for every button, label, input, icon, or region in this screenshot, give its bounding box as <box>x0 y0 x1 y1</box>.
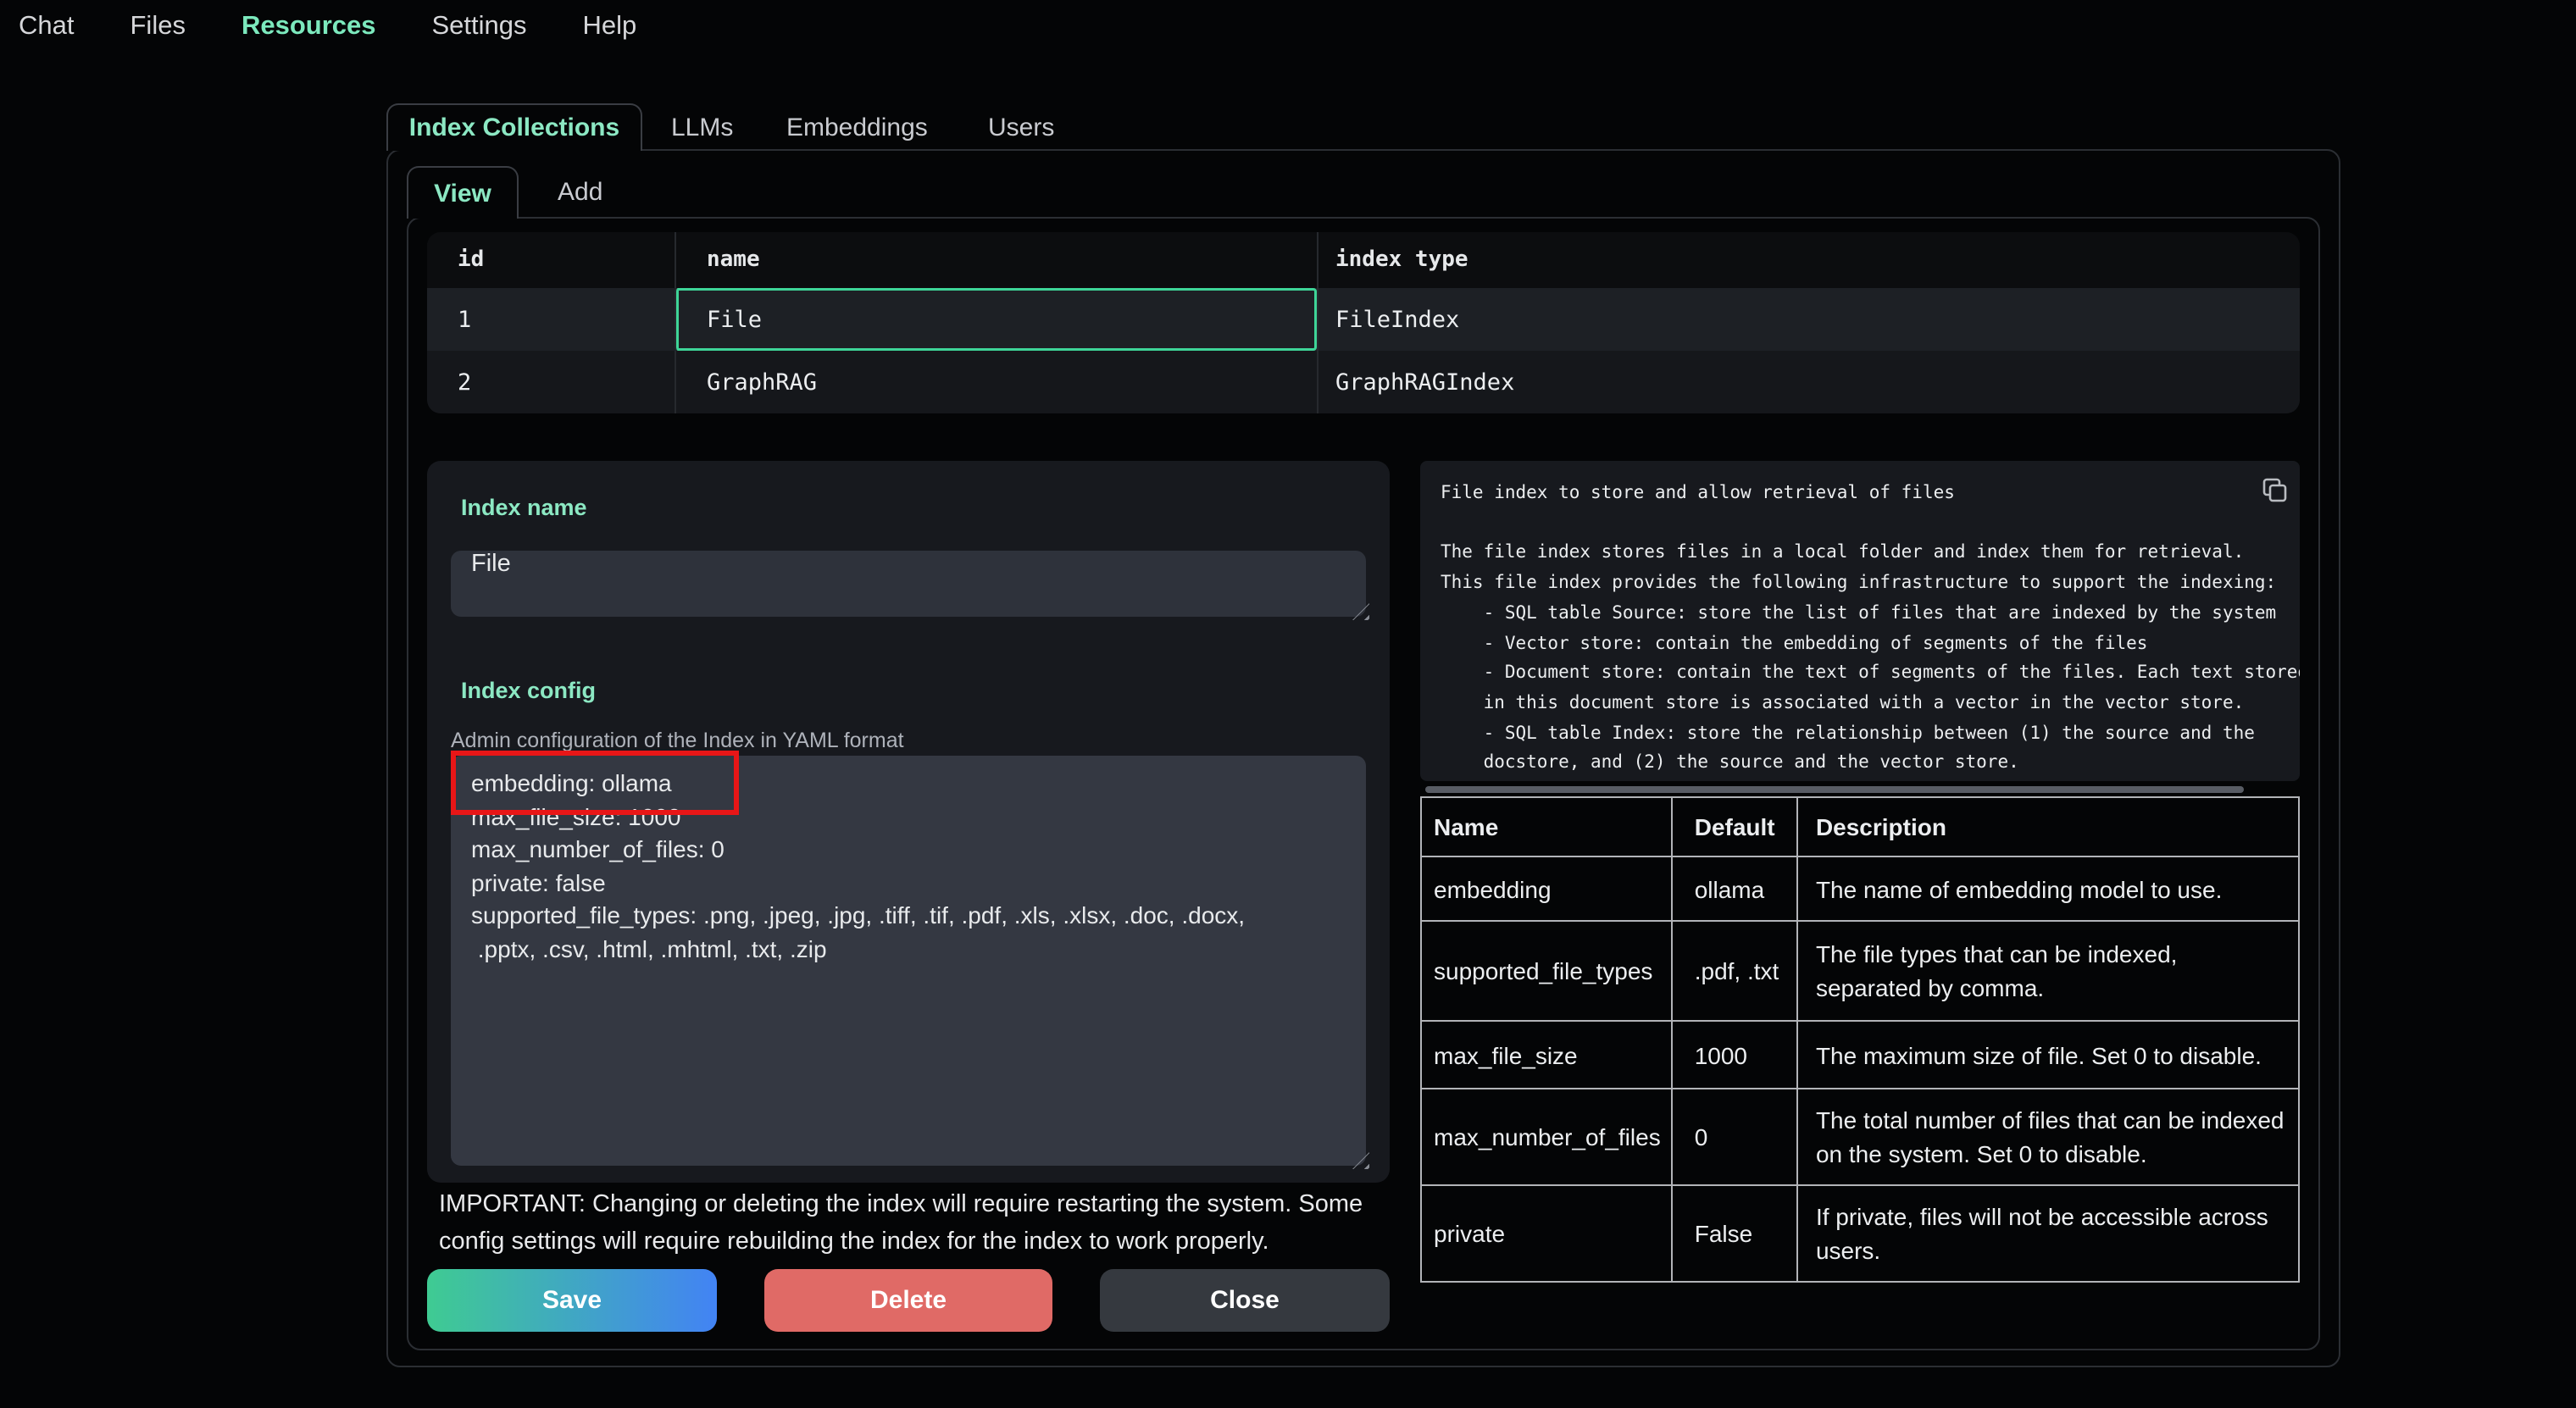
cell-index-type[interactable]: FileIndex <box>1317 288 2300 351</box>
app-window: Chat Files Resources Settings Help Index… <box>0 0 2576 1408</box>
params-table: Name Default Description embedding ollam… <box>1420 796 2300 1283</box>
param-header-name: Name <box>1421 797 1672 856</box>
tab-add[interactable]: Add <box>558 178 602 207</box>
index-config-textarea[interactable]: embedding: ollama max_file_size: 1000 ma… <box>451 756 1366 1166</box>
param-default: 0 <box>1672 1089 1798 1185</box>
warning-text: IMPORTANT: Changing or deleting the inde… <box>439 1186 1388 1261</box>
param-description: The total number of files that can be in… <box>1798 1089 2299 1185</box>
tab-view-label: View <box>434 179 491 208</box>
collections-table: id name index type 1 File FileIndex 2 Gr… <box>427 232 2300 413</box>
column-header-name: name <box>675 232 1317 288</box>
tab-index-collections[interactable]: Index Collections <box>386 103 642 151</box>
param-name: max_file_size <box>1421 1021 1672 1089</box>
tab-llms[interactable]: LLMs <box>671 114 733 142</box>
cell-id[interactable]: 1 <box>427 288 675 351</box>
index-docstring-text: File index to store and allow retrieval … <box>1420 461 2300 781</box>
close-button[interactable]: Close <box>1100 1269 1390 1332</box>
index-config-help: Admin configuration of the Index in YAML… <box>451 729 904 752</box>
delete-button[interactable]: Delete <box>764 1269 1052 1332</box>
tab-index-collections-label: Index Collections <box>409 114 619 142</box>
horizontal-scrollbar[interactable] <box>1425 786 2244 793</box>
collections-table-header: id name index type <box>427 232 2300 288</box>
param-name: max_number_of_files <box>1421 1089 1672 1185</box>
nav-settings[interactable]: Settings <box>432 8 527 46</box>
param-row: supported_file_types .pdf, .txt The file… <box>1421 921 2299 1021</box>
cell-name[interactable]: GraphRAG <box>675 351 1317 413</box>
cell-name-selected[interactable]: File <box>675 288 1317 351</box>
param-row: embedding ollama The name of embedding m… <box>1421 856 2299 921</box>
param-default: 1000 <box>1672 1021 1798 1089</box>
nav-chat[interactable]: Chat <box>19 8 75 46</box>
param-row: private False If private, files will not… <box>1421 1185 2299 1282</box>
tab-embeddings[interactable]: Embeddings <box>786 114 928 142</box>
copy-icon[interactable] <box>2262 478 2288 503</box>
index-form-group: Index name File Index config Admin confi… <box>427 461 1390 1183</box>
table-row: 1 File FileIndex <box>427 288 2300 351</box>
nav-resources[interactable]: Resources <box>242 8 376 46</box>
param-description: If private, files will not be accessible… <box>1798 1185 2299 1282</box>
column-header-id: id <box>427 232 675 288</box>
param-description: The file types that can be indexed, sepa… <box>1798 921 2299 1021</box>
param-name: embedding <box>1421 856 1672 921</box>
nav-help[interactable]: Help <box>583 8 637 46</box>
tab-users[interactable]: Users <box>988 114 1054 142</box>
column-header-index-type: index type <box>1317 232 2300 288</box>
nav-files[interactable]: Files <box>130 8 186 46</box>
table-row: 2 GraphRAG GraphRAGIndex <box>427 351 2300 413</box>
cell-id[interactable]: 2 <box>427 351 675 413</box>
param-name: private <box>1421 1185 1672 1282</box>
param-default: .pdf, .txt <box>1672 921 1798 1021</box>
param-name: supported_file_types <box>1421 921 1672 1021</box>
top-nav: Chat Files Resources Settings Help <box>19 8 636 46</box>
param-row: max_file_size 1000 The maximum size of f… <box>1421 1021 2299 1089</box>
params-table-header: Name Default Description <box>1421 797 2299 856</box>
param-default: ollama <box>1672 856 1798 921</box>
tab-view[interactable]: View <box>407 166 519 219</box>
param-header-description: Description <box>1798 797 2299 856</box>
index-name-label: Index name <box>461 495 587 520</box>
save-button[interactable]: Save <box>427 1269 717 1332</box>
cell-index-type[interactable]: GraphRAGIndex <box>1317 351 2300 413</box>
param-row: max_number_of_files 0 The total number o… <box>1421 1089 2299 1185</box>
param-description: The name of embedding model to use. <box>1798 856 2299 921</box>
index-docstring-box: File index to store and allow retrieval … <box>1420 461 2300 781</box>
param-header-default: Default <box>1672 797 1798 856</box>
param-description: The maximum size of file. Set 0 to disab… <box>1798 1021 2299 1089</box>
param-default: False <box>1672 1185 1798 1282</box>
index-name-input[interactable]: File <box>451 551 1366 617</box>
index-config-label: Index config <box>461 678 596 703</box>
